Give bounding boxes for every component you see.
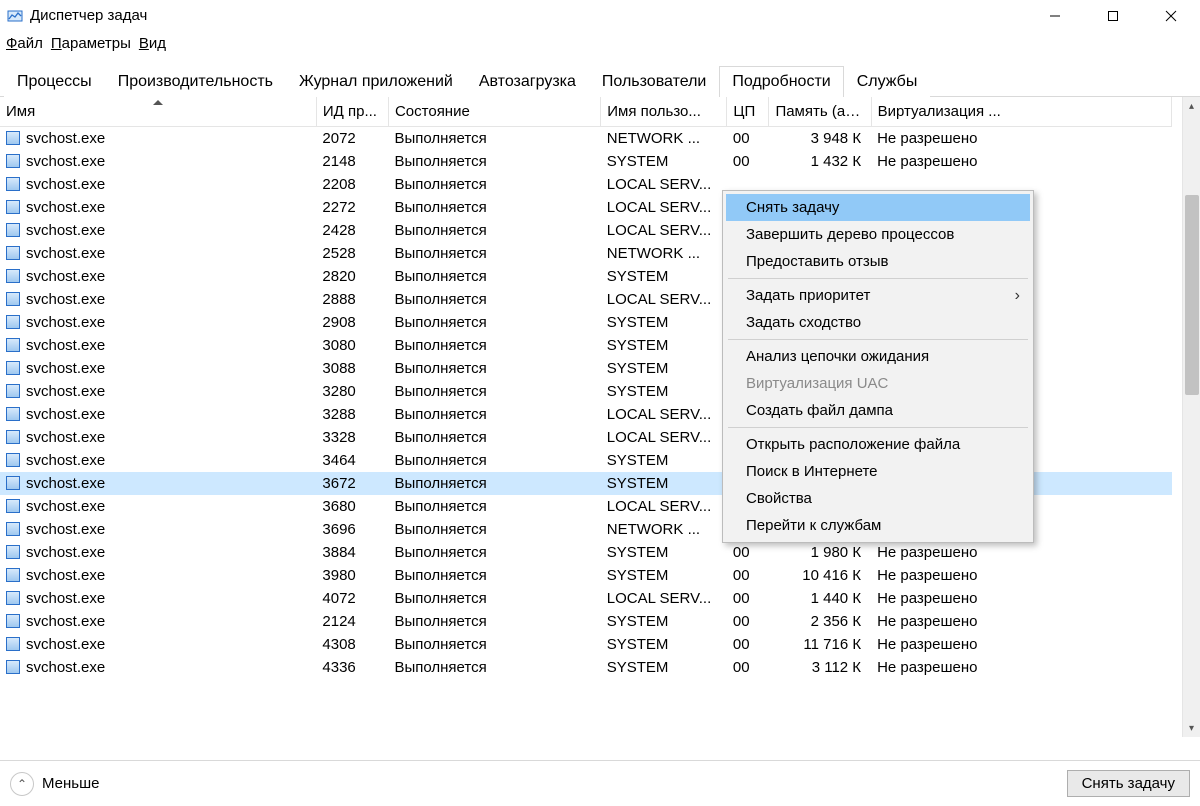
process-icon xyxy=(6,453,20,467)
process-icon xyxy=(6,200,20,214)
process-icon xyxy=(6,269,20,283)
menu-options[interactable]: Параметры xyxy=(49,34,133,53)
cm-wait-chain[interactable]: Анализ цепочки ожидания xyxy=(726,343,1030,370)
context-menu: Снять задачу Завершить дерево процессов … xyxy=(722,190,1034,543)
table-row[interactable]: svchost.exe2148ВыполняетсяSYSTEM001 432 … xyxy=(0,150,1172,173)
scroll-up-icon[interactable]: ▴ xyxy=(1183,97,1200,115)
bottom-bar: ⌃ Меньше Снять задачу xyxy=(0,760,1200,806)
process-icon xyxy=(6,315,20,329)
minimize-button[interactable] xyxy=(1026,0,1084,32)
app-icon xyxy=(6,7,24,25)
close-button[interactable] xyxy=(1142,0,1200,32)
cm-separator xyxy=(728,427,1028,428)
process-icon xyxy=(6,476,20,490)
table-row[interactable]: svchost.exe4072ВыполняетсяLOCAL SERV...0… xyxy=(0,587,1172,610)
tab-details[interactable]: Подробности xyxy=(719,66,843,97)
tab-app-history[interactable]: Журнал приложений xyxy=(286,66,466,97)
menubar: Файл Параметры Вид xyxy=(0,32,1200,57)
cm-end-task[interactable]: Снять задачу xyxy=(726,194,1030,221)
scroll-thumb[interactable] xyxy=(1185,195,1199,395)
end-task-button[interactable]: Снять задачу xyxy=(1067,770,1190,797)
process-icon xyxy=(6,338,20,352)
tab-users[interactable]: Пользователи xyxy=(589,66,719,97)
col-header-user[interactable]: Имя пользо... xyxy=(601,97,727,127)
process-icon xyxy=(6,177,20,191)
tab-services[interactable]: Службы xyxy=(844,66,931,97)
process-icon xyxy=(6,545,20,559)
cm-affinity[interactable]: Задать сходство xyxy=(726,309,1030,336)
process-icon xyxy=(6,223,20,237)
table-row[interactable]: svchost.exe4336ВыполняетсяSYSTEM003 112 … xyxy=(0,656,1172,679)
process-icon xyxy=(6,384,20,398)
scroll-down-icon[interactable]: ▾ xyxy=(1183,719,1200,737)
table-row[interactable]: svchost.exe2072ВыполняетсяNETWORK ...003… xyxy=(0,127,1172,151)
scroll-track[interactable] xyxy=(1183,115,1200,719)
tab-bar: Процессы Производительность Журнал прило… xyxy=(0,65,1200,97)
process-icon xyxy=(6,131,20,145)
col-header-name[interactable]: Имя xyxy=(0,97,316,127)
process-icon xyxy=(6,522,20,536)
process-icon xyxy=(6,614,20,628)
cm-search-online[interactable]: Поиск в Интернете xyxy=(726,458,1030,485)
col-header-state[interactable]: Состояние xyxy=(388,97,600,127)
tab-performance[interactable]: Производительность xyxy=(105,66,286,97)
cm-end-tree[interactable]: Завершить дерево процессов xyxy=(726,221,1030,248)
menu-view[interactable]: Вид xyxy=(137,34,168,53)
cm-properties[interactable]: Свойства xyxy=(726,485,1030,512)
fewer-label: Меньше xyxy=(42,775,99,792)
tab-processes[interactable]: Процессы xyxy=(4,66,105,97)
col-header-cpu[interactable]: ЦП xyxy=(727,97,769,127)
process-icon xyxy=(6,568,20,582)
process-icon xyxy=(6,660,20,674)
process-icon xyxy=(6,407,20,421)
cm-dump[interactable]: Создать файл дампа xyxy=(726,397,1030,424)
process-icon xyxy=(6,154,20,168)
process-icon xyxy=(6,499,20,513)
process-icon xyxy=(6,637,20,651)
maximize-button[interactable] xyxy=(1084,0,1142,32)
cm-feedback[interactable]: Предоставить отзыв xyxy=(726,248,1030,275)
process-icon xyxy=(6,292,20,306)
window-title: Диспетчер задач xyxy=(30,7,147,24)
window-controls xyxy=(1026,0,1200,32)
titlebar: Диспетчер задач xyxy=(0,0,1200,32)
col-header-mem[interactable]: Память (актив... xyxy=(769,97,871,127)
cm-go-to-services[interactable]: Перейти к службам xyxy=(726,512,1030,539)
cm-priority[interactable]: Задать приоритет xyxy=(726,282,1030,309)
cm-open-location[interactable]: Открыть расположение файла xyxy=(726,431,1030,458)
cm-uac-virt: Виртуализация UAC xyxy=(726,370,1030,397)
table-row[interactable]: svchost.exe2124ВыполняетсяSYSTEM002 356 … xyxy=(0,610,1172,633)
col-header-pid[interactable]: ИД пр... xyxy=(316,97,388,127)
process-icon xyxy=(6,591,20,605)
cm-separator xyxy=(728,339,1028,340)
chevron-up-icon: ⌃ xyxy=(10,772,34,796)
table-header-row: Имя ИД пр... Состояние Имя пользо... ЦП … xyxy=(0,97,1172,127)
fewer-details-toggle[interactable]: ⌃ Меньше xyxy=(10,772,99,796)
tab-startup[interactable]: Автозагрузка xyxy=(466,66,589,97)
table-row[interactable]: svchost.exe3884ВыполняетсяSYSTEM001 980 … xyxy=(0,541,1172,564)
process-icon xyxy=(6,361,20,375)
process-icon xyxy=(6,430,20,444)
process-icon xyxy=(6,246,20,260)
col-header-virt[interactable]: Виртуализация ... xyxy=(871,97,1171,127)
menu-file[interactable]: Файл xyxy=(4,34,45,53)
table-row[interactable]: svchost.exe4308ВыполняетсяSYSTEM0011 716… xyxy=(0,633,1172,656)
vertical-scrollbar[interactable]: ▴ ▾ xyxy=(1182,97,1200,737)
cm-separator xyxy=(728,278,1028,279)
table-row[interactable]: svchost.exe3980ВыполняетсяSYSTEM0010 416… xyxy=(0,564,1172,587)
